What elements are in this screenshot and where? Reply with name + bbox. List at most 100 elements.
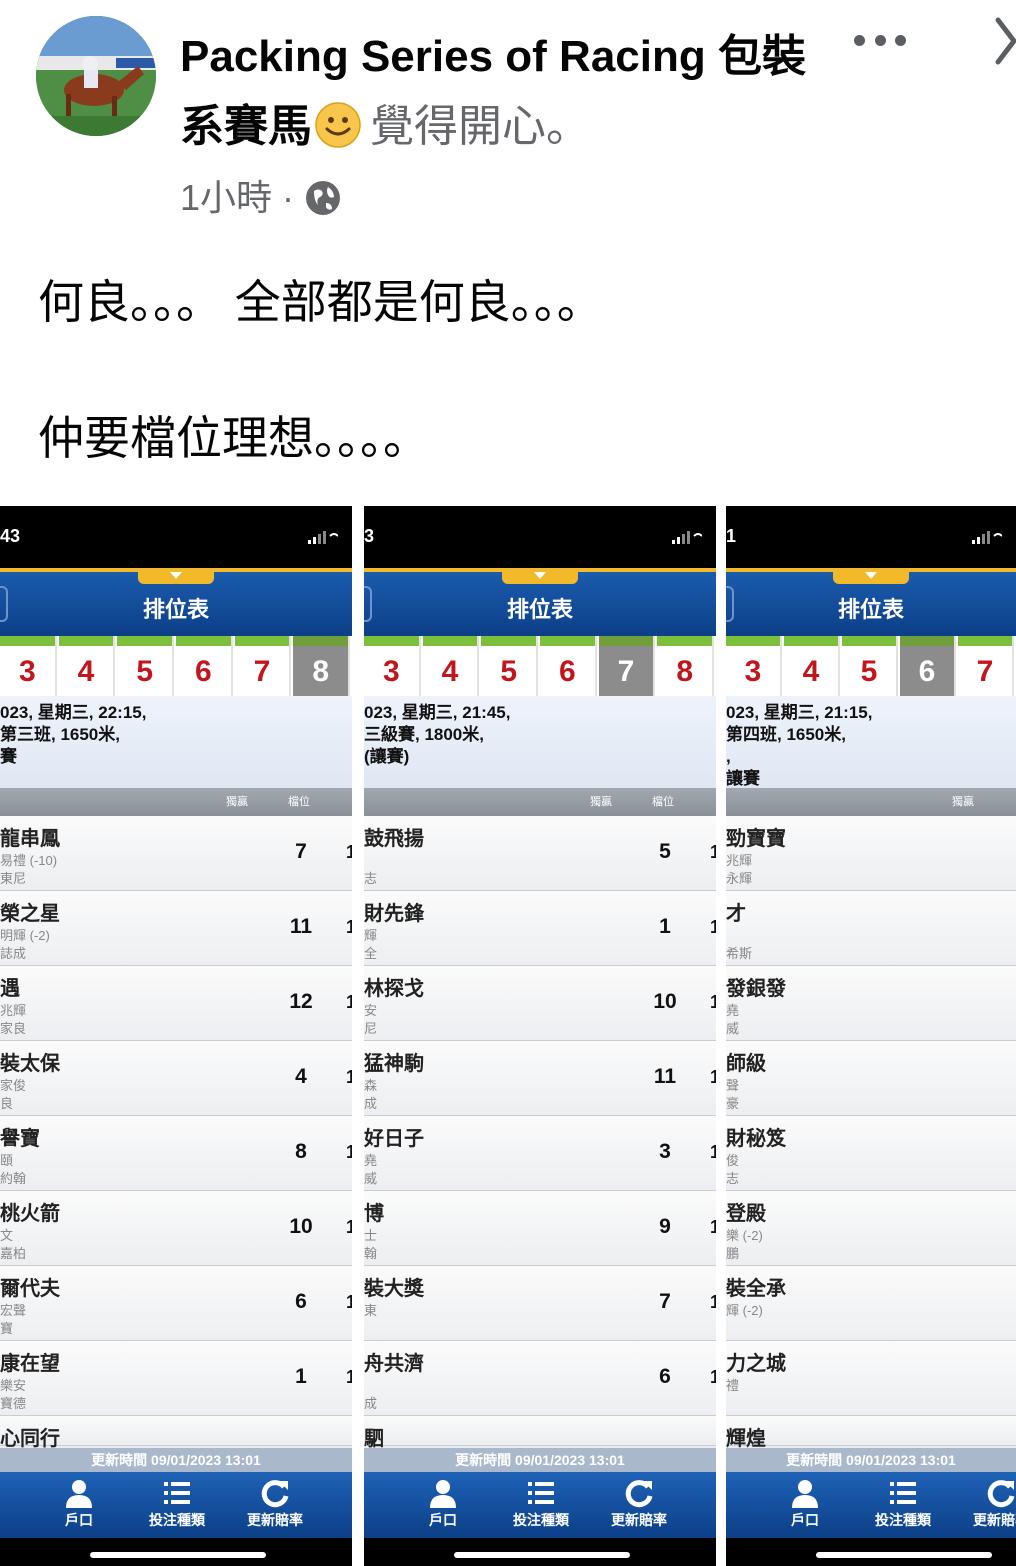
runner-draw: 11	[289, 915, 313, 938]
dot-icon	[895, 34, 906, 46]
runner-row[interactable]: 榮之星 明輝 (-2) 誌成 11 1	[0, 891, 352, 966]
refresh-odds-button[interactable]: 更新賠率	[594, 1478, 684, 1530]
column-header: 獨贏 檔位	[364, 788, 716, 816]
runner-trainer: 東尼	[0, 871, 27, 886]
dot-icon	[874, 34, 886, 46]
runner-draw: 6	[295, 1290, 307, 1313]
runner-row[interactable]: 發銀發堯威	[726, 966, 1016, 1041]
photo-1[interactable]: 43 排位表 345678 023, 星期三, 22:15, 第三班, 1650米…	[0, 506, 352, 1566]
race-tab-5[interactable]: 5	[842, 636, 898, 696]
runner-jockey: 士	[364, 1228, 378, 1243]
runner-row[interactable]: 力之城禮	[726, 1341, 1016, 1416]
account-button[interactable]: 戶口	[760, 1478, 850, 1530]
runner-row[interactable]: 舟共濟成 6 1	[364, 1341, 716, 1416]
page-avatar[interactable]	[36, 16, 156, 136]
runner-row[interactable]: 林探戈安尼 10 1	[364, 966, 716, 1041]
runner-trainer: 鵬	[726, 1246, 740, 1261]
runner-jockey: 頤	[0, 1153, 14, 1168]
race-tab-4[interactable]: 4	[58, 636, 116, 696]
runner-trainer: 尼	[364, 1021, 378, 1036]
race-tab-8[interactable]: 8	[657, 636, 715, 696]
runner-row[interactable]: 爾代夫 宏聲寶 6 1	[0, 1266, 352, 1341]
runner-row[interactable]: 博士翰 9 1	[364, 1191, 716, 1266]
runner-row[interactable]: 遇兆輝 家良 12 1	[0, 966, 352, 1041]
runner-row[interactable]: 猛神駒森成 11 1	[364, 1041, 716, 1116]
runner-row[interactable]: 才希斯	[726, 891, 1016, 966]
runner-row[interactable]: 裝大獎東 7 1	[364, 1266, 716, 1341]
runner-row[interactable]: 輝煌	[726, 1416, 1016, 1450]
bet-type-button[interactable]: 投注種類	[496, 1478, 586, 1530]
runner-row[interactable]: 龍串鳳 易禮 (-10) 東尼 7 1	[0, 816, 352, 891]
runner-row[interactable]: 譽寶頤約翰 8 1	[0, 1116, 352, 1191]
runner-odds-edge: 1	[346, 917, 352, 937]
runner-row[interactable]: 好日子堯威 3 1	[364, 1116, 716, 1191]
race-tab-7[interactable]: 7	[958, 636, 1014, 696]
runner-draw: 8	[295, 1140, 307, 1163]
race-tab-6[interactable]: 6	[900, 636, 956, 696]
runner-list: 鼓飛揚志 5 1 財先鋒輝全 1 1 林探戈安尼 10 1 猛神駒森成 11 1 好日子堯威 3 1 博士翰 9…	[364, 816, 716, 1450]
signal-wifi-icon	[308, 531, 338, 544]
runner-name: 榮之星	[0, 903, 60, 925]
phone-status-bar: 1	[726, 506, 1016, 568]
smiley-emoji-icon	[315, 102, 361, 148]
race-tab-7[interactable]: 7	[598, 636, 656, 696]
runner-jockey: 明輝 (-2)	[0, 928, 50, 943]
pull-down-tab-icon[interactable]	[138, 568, 214, 584]
photo-2[interactable]: 3 排位表 345678 023, 星期三, 21:45, 三級賽, 1800米,…	[364, 506, 716, 1566]
account-button[interactable]: 戶口	[398, 1478, 488, 1530]
runner-row[interactable]: 登殿樂 (-2) 鵬	[726, 1191, 1016, 1266]
refresh-odds-label: 更新賠率	[247, 1512, 303, 1528]
page-title: 排位表	[142, 597, 209, 622]
runner-row[interactable]: 財先鋒輝全 1 1	[364, 891, 716, 966]
race-tab-4[interactable]: 4	[784, 636, 840, 696]
refresh-odds-button[interactable]: 更新賠率	[956, 1478, 1016, 1530]
race-tab-6[interactable]: 6	[540, 636, 597, 696]
bet-type-button[interactable]: 投注種類	[132, 1478, 222, 1530]
runner-name: 桃火箭	[0, 1203, 60, 1225]
runner-jockey: 兆輝	[0, 1003, 27, 1018]
refresh-icon	[987, 1480, 1015, 1508]
race-tab-3[interactable]: 3	[364, 636, 421, 696]
race-tab-5[interactable]: 5	[117, 636, 175, 696]
home-indicator	[726, 1538, 1016, 1566]
race-tab-7[interactable]: 7	[234, 636, 292, 696]
race-info-extra: ,	[726, 747, 731, 766]
runner-name: 康在望	[0, 1353, 60, 1375]
bottom-toolbar: 戶口 投注種類 更新賠率	[726, 1472, 1016, 1538]
race-tab-3[interactable]: 3	[0, 636, 57, 696]
runner-row[interactable]: 康在望 樂安 寶德 1 1	[0, 1341, 352, 1416]
runner-jockey: 堯	[364, 1153, 378, 1168]
runner-row[interactable]: 心同行	[0, 1416, 352, 1450]
runner-draw: 1	[659, 915, 671, 938]
post-photo-grid[interactable]: 43 排位表 345678 023, 星期三, 22:15, 第三班, 1650米…	[0, 506, 1016, 1566]
runner-row[interactable]: 財秘笈俊志	[726, 1116, 1016, 1191]
pull-down-tab-icon[interactable]	[502, 568, 578, 584]
refresh-odds-button[interactable]: 更新賠率	[230, 1478, 320, 1530]
bet-type-button[interactable]: 投注種類	[858, 1478, 948, 1530]
account-button[interactable]: 戶口	[34, 1478, 124, 1530]
race-tab-8[interactable]: 8	[293, 636, 351, 696]
user-icon	[792, 1480, 818, 1508]
chevron-right-icon[interactable]	[990, 14, 1016, 68]
runner-row[interactable]: 桃火箭文嘉柏 10 1	[0, 1191, 352, 1266]
runner-row[interactable]: 師級聲豪	[726, 1041, 1016, 1116]
runner-row[interactable]: 勁寶寶兆輝永輝1	[726, 816, 1016, 891]
runner-row[interactable]: 駟	[364, 1416, 716, 1450]
post-text-line-1: 何良。。。 全部都是何良。。。	[38, 276, 603, 328]
pull-down-tab-icon[interactable]	[833, 568, 909, 584]
more-options-button[interactable]	[850, 22, 910, 58]
race-tab-6[interactable]: 6	[176, 636, 233, 696]
race-tab-4[interactable]: 4	[422, 636, 480, 696]
runner-name: 譽寶	[0, 1128, 40, 1150]
runner-row[interactable]: 裝太保 家俊良 4 1	[0, 1041, 352, 1116]
post-time[interactable]: 1小時 ·	[180, 170, 294, 226]
runner-odds-edge: 1	[346, 1367, 352, 1387]
race-tab-3[interactable]: 3	[726, 636, 782, 696]
runner-row[interactable]: 鼓飛揚志 5 1	[364, 816, 716, 891]
race-info-date: 023, 星期三, 21:15,	[726, 703, 873, 722]
race-tab-5[interactable]: 5	[481, 636, 539, 696]
runner-name: 心同行	[0, 1428, 60, 1450]
photo-3[interactable]: 1 排位表 34567 023, 星期三, 21:15, 第四班, 1650米,,…	[726, 506, 1016, 1566]
runner-name: 才	[726, 903, 746, 925]
runner-row[interactable]: 裝全承輝 (-2)	[726, 1266, 1016, 1341]
